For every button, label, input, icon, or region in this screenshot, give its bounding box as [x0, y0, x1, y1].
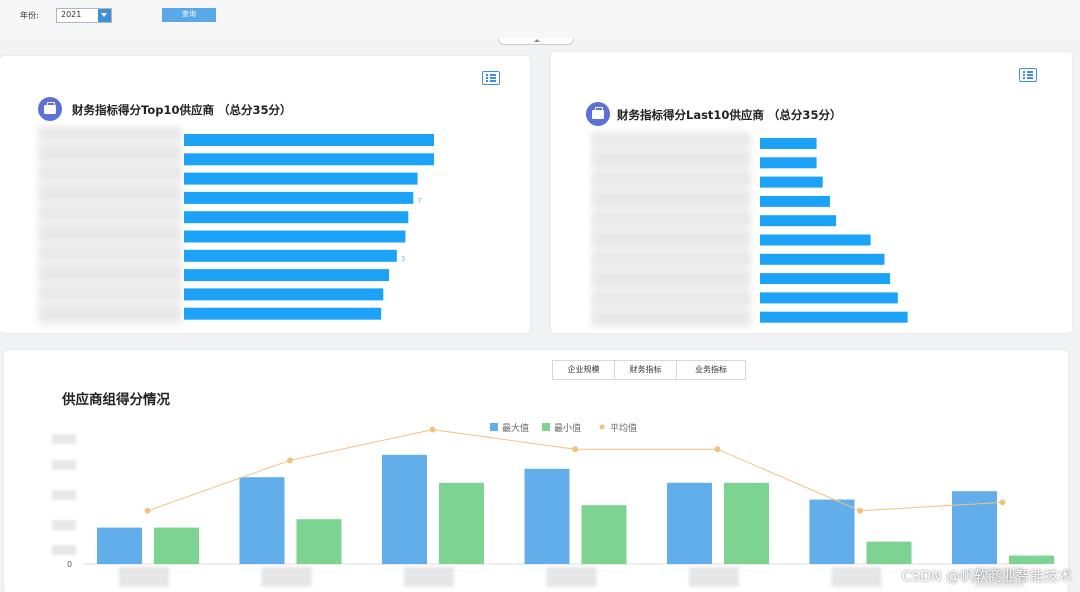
score-bar	[184, 172, 418, 185]
score-bar	[760, 273, 891, 285]
max-bar	[239, 477, 285, 564]
blurred-axis-label	[52, 545, 76, 555]
briefcase-icon	[586, 102, 610, 126]
last10-bar-chart	[760, 138, 908, 323]
average-point	[714, 446, 721, 453]
blurred-category-label	[546, 567, 597, 587]
tab-business[interactable]: 业务指标	[677, 361, 745, 379]
y-axis-zero-label: 0	[67, 560, 72, 569]
metric-tabs: 企业规模 财务指标 业务指标	[552, 360, 746, 380]
average-point	[857, 507, 863, 514]
briefcase-icon	[38, 97, 62, 121]
top10-title: 财务指标得分Top10供应商 （总分35分）	[72, 103, 292, 117]
filter-bar: 年份: 2021 查询	[0, 0, 1080, 40]
legend-swatch	[599, 424, 605, 430]
top10-bar-chart: 73	[184, 134, 434, 320]
score-bar	[760, 292, 898, 304]
score-bar	[760, 311, 908, 323]
last10-card: 财务指标得分Last10供应商 （总分35分）	[551, 52, 1072, 333]
blurred-category-label	[261, 567, 312, 587]
average-point	[429, 426, 436, 433]
tab-company-size[interactable]: 企业规模	[553, 361, 615, 379]
score-bar	[184, 269, 389, 282]
score-bar	[184, 307, 382, 320]
bar-value-label: 3	[401, 255, 405, 263]
blurred-axis-label	[52, 460, 76, 470]
legend-label: 平均值	[610, 422, 637, 434]
watermark: CSDN @帆软商业智能技术	[901, 569, 1072, 585]
max-bar	[97, 527, 142, 564]
score-bar	[184, 249, 397, 262]
score-bar	[760, 138, 817, 149]
max-bar	[524, 468, 570, 564]
average-point	[999, 499, 1006, 506]
year-select[interactable]: 2021	[56, 8, 112, 23]
legend-label: 最大值	[502, 422, 529, 434]
blurred-axis-label	[52, 490, 76, 500]
chevron-down-icon[interactable]	[98, 9, 111, 22]
score-bar	[760, 234, 871, 246]
group-score-chart: 最大值 最小值 平均值 0	[52, 422, 1054, 587]
score-bar	[184, 230, 406, 243]
blurred-category-label	[689, 567, 739, 587]
query-button[interactable]: 查询	[162, 8, 216, 22]
max-bar	[952, 491, 997, 564]
blurred-axis-label	[52, 434, 76, 444]
min-bar	[439, 482, 484, 564]
average-point	[572, 446, 578, 453]
blurred-category-label	[831, 567, 882, 587]
bar-value-label: 7	[417, 197, 421, 205]
legend-swatch	[490, 423, 498, 431]
group-score-card: 企业规模 财务指标 业务指标 供应商组得分情况 最大值 最小值 平均值 0	[4, 350, 1068, 592]
score-bar	[760, 157, 817, 169]
min-bar	[866, 541, 912, 564]
top10-card: 财务指标得分Top10供应商 （总分35分） 73	[0, 56, 530, 333]
max-bar	[667, 482, 712, 564]
score-bar	[760, 253, 885, 265]
list-icon[interactable]	[1019, 68, 1037, 82]
blurred-category-label	[404, 567, 454, 587]
collapse-toggle[interactable]	[498, 38, 574, 45]
average-point	[287, 457, 293, 464]
average-point	[144, 507, 151, 514]
score-bar	[184, 153, 434, 166]
legend-swatch	[542, 423, 550, 431]
score-bar	[184, 134, 434, 146]
score-bar	[760, 176, 823, 188]
year-label: 年份:	[20, 11, 39, 20]
tab-financial[interactable]: 财务指标	[615, 361, 677, 379]
score-bar	[184, 211, 409, 224]
blurred-axis-label	[52, 520, 76, 530]
score-bar	[184, 191, 414, 204]
blurred-category-label	[119, 567, 169, 587]
min-bar	[1009, 555, 1054, 564]
legend-label: 最小值	[554, 422, 581, 434]
min-bar	[581, 505, 627, 564]
supplier-names-blurred	[38, 126, 182, 326]
list-icon[interactable]	[482, 71, 500, 85]
score-bar	[760, 215, 837, 227]
score-bar	[760, 195, 830, 207]
score-bar	[184, 288, 384, 301]
min-bar	[154, 527, 199, 564]
min-bar	[296, 519, 342, 564]
max-bar	[382, 454, 427, 564]
supplier-names-blurred	[591, 132, 751, 327]
max-bar	[809, 499, 855, 564]
group-chart-title: 供应商组得分情况	[62, 392, 170, 408]
last10-title: 财务指标得分Last10供应商 （总分35分）	[617, 108, 842, 122]
min-bar	[724, 482, 769, 564]
year-select-value: 2021	[61, 10, 82, 19]
